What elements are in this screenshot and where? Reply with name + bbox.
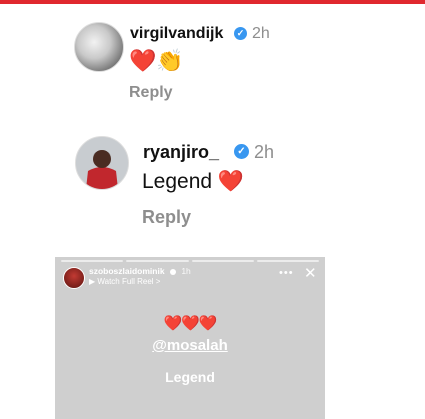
reply-button[interactable]: Reply — [142, 207, 191, 228]
comment-time: 2h — [254, 142, 275, 162]
comment-text: Legend ❤️ — [142, 170, 245, 193]
avatar[interactable] — [74, 22, 124, 72]
comment-text: ❤️👏 — [129, 48, 184, 73]
comment-username[interactable]: virgilvandijk — [130, 25, 223, 43]
avatar[interactable] — [75, 136, 129, 190]
verified-badge-icon — [169, 268, 176, 275]
story-username[interactable]: szoboszlaidominik — [89, 266, 165, 276]
watch-full-reel-link[interactable]: ▶ Watch Full Reel > — [89, 277, 160, 286]
story-avatar[interactable] — [63, 267, 85, 289]
comment-time: 2h — [252, 25, 270, 42]
story-header: szoboszlaidominik 1h — [89, 266, 191, 276]
story-hearts: ❤️❤️❤️ — [163, 315, 217, 332]
avatar-photo — [76, 137, 128, 189]
reply-button[interactable]: Reply — [129, 84, 173, 102]
more-icon[interactable]: ••• — [279, 267, 294, 279]
comment-username[interactable]: ryanjiro_ — [143, 142, 219, 163]
story-caption: Legend — [165, 369, 215, 385]
story-mention[interactable]: @mosalah — [55, 337, 325, 354]
close-icon[interactable]: ✕ — [304, 264, 317, 282]
top-accent-bar — [0, 0, 425, 4]
verified-badge-icon: ✓ — [234, 27, 247, 40]
story-time: 1h — [181, 266, 191, 276]
story-progress-bar — [61, 260, 319, 262]
verified-badge-icon: ✓ — [234, 144, 249, 159]
story-preview[interactable]: szoboszlaidominik 1h ▶ Watch Full Reel >… — [55, 257, 325, 419]
